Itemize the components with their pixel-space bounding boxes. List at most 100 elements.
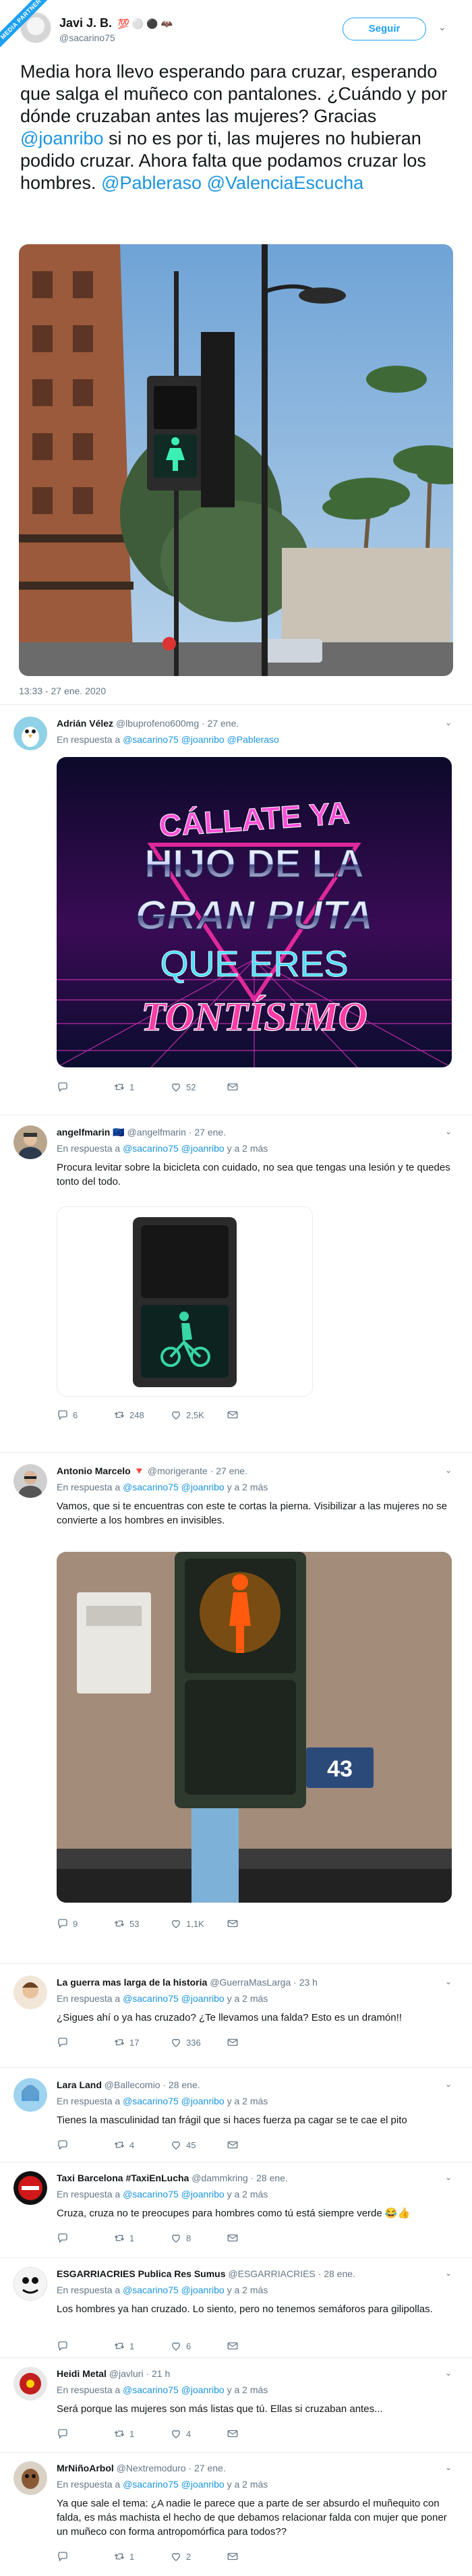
direct-message-button[interactable] [227, 2550, 239, 2563]
reply-action-button[interactable] [57, 2550, 73, 2563]
direct-message-button[interactable] [227, 1081, 239, 1093]
retweet-button[interactable]: 4 [113, 2139, 134, 2151]
reply-to-mentions[interactable]: @sacarino75 @joanribo [123, 2479, 225, 2490]
chevron-down-icon[interactable]: ⌄ [445, 2463, 452, 2472]
reply-author-handle[interactable]: @Nextremoduro [117, 2463, 186, 2473]
reply-action-button[interactable] [57, 1081, 73, 1093]
chevron-down-icon[interactable]: ⌄ [445, 1127, 452, 1136]
reply-image-red-light[interactable]: 43 [57, 1552, 452, 1903]
reply-avatar[interactable] [13, 1464, 47, 1498]
reply-author-handle[interactable]: @GuerraMasLarga [210, 1977, 291, 1988]
chevron-down-icon[interactable]: ⌄ [445, 718, 452, 727]
like-button[interactable]: 1,1K [170, 1917, 204, 1930]
reply-time[interactable]: · 27 ene. [188, 2463, 225, 2473]
direct-message-button[interactable] [227, 2232, 239, 2244]
direct-message-button[interactable] [227, 1917, 239, 1930]
reply-time[interactable]: · 28 ene. [163, 2079, 200, 2090]
chevron-down-icon[interactable]: ⌄ [445, 1465, 452, 1475]
reply-author-name[interactable]: Adrián Vélez [57, 718, 113, 729]
reply-avatar[interactable] [13, 2267, 47, 2301]
like-button[interactable]: 2 [170, 2550, 191, 2563]
retweet-button[interactable]: 17 [113, 2036, 139, 2048]
reply-to-mentions[interactable]: @sacarino75 @joanribo [123, 2189, 225, 2200]
reply-author-handle[interactable]: @morigerante [148, 1465, 208, 1476]
retweet-button[interactable]: 1 [113, 2340, 134, 2352]
reply-author-name[interactable]: Antonio Marcelo [57, 1465, 131, 1476]
reply-action-button[interactable] [57, 2428, 73, 2440]
reply-to-mentions[interactable]: @sacarino75 @joanribo [123, 2285, 225, 2295]
author-handle[interactable]: @sacarino75 [59, 32, 173, 43]
reply-author-handle[interactable]: @ESGARRIACRIES [228, 2268, 315, 2279]
reply-avatar[interactable] [13, 1125, 47, 1159]
reply-author-name[interactable]: Taxi Barcelona #TaxiEnLucha [57, 2173, 189, 2183]
like-button[interactable]: 8 [170, 2232, 191, 2244]
chevron-down-icon[interactable]: ⌄ [445, 1977, 452, 1986]
reply-to-mentions[interactable]: @sacarino75 @joanribo [123, 2384, 225, 2395]
reply-image-retro-text[interactable]: CÁLLATE YA HIJO DE LA GRAN PUTA QUE ERES… [57, 757, 452, 1067]
author-name[interactable]: Javi J. B. [59, 16, 112, 30]
reply-time[interactable]: · 27 ene. [202, 718, 239, 729]
mention-link[interactable]: @joanribo [20, 128, 103, 148]
like-button[interactable]: 45 [170, 2139, 196, 2151]
reply-author-handle[interactable]: @lbuprofeno600mg [116, 718, 199, 729]
mention-link[interactable]: @ValenciaEscucha [207, 173, 364, 193]
direct-message-button[interactable] [227, 2340, 239, 2352]
chevron-down-icon[interactable]: ⌄ [445, 2268, 452, 2278]
reply-time[interactable]: · 28 ene. [251, 2173, 288, 2183]
retweet-button[interactable]: 1 [113, 2428, 134, 2440]
direct-message-button[interactable] [227, 1409, 239, 1421]
like-button[interactable]: 336 [170, 2036, 201, 2048]
reply-to-mentions[interactable]: @sacarino75 @joanribo [123, 1482, 225, 1492]
reply-to-mentions[interactable]: @sacarino75 @joanribo [123, 1993, 225, 2004]
mention-link[interactable]: @Pableraso [101, 173, 202, 193]
reply-author-name[interactable]: ESGARRIACRIES Publica Res Sumus [57, 2268, 226, 2279]
reply-avatar[interactable] [13, 2171, 47, 2205]
reply-action-button[interactable] [57, 2232, 73, 2244]
reply-time[interactable]: · 27 ene. [189, 1127, 226, 1138]
reply-action-button[interactable] [57, 2340, 73, 2352]
reply-action-button[interactable] [57, 2139, 73, 2151]
retweet-button[interactable]: 1 [113, 2232, 134, 2244]
reply-author-handle[interactable]: @angelfmarin [127, 1127, 186, 1138]
reply-avatar[interactable] [13, 2078, 47, 2112]
reply-author-handle[interactable]: @dammkring [191, 2173, 247, 2183]
reply-time[interactable]: · 23 h [293, 1977, 318, 1988]
reply-action-button[interactable]: 6 [57, 1409, 78, 1421]
reply-action-button[interactable] [57, 2036, 73, 2048]
chevron-down-icon[interactable]: ⌄ [438, 22, 446, 33]
reply-to-mentions[interactable]: @sacarino75 @joanribo @Pableraso [123, 734, 279, 745]
retweet-button[interactable]: 1 [113, 2550, 134, 2563]
retweet-button[interactable]: 53 [113, 1917, 139, 1930]
reply-author-handle[interactable]: @javluri [109, 2368, 144, 2379]
follow-button[interactable]: Seguir [343, 18, 426, 40]
reply-avatar[interactable] [13, 717, 47, 750]
like-button[interactable]: 2,5K [170, 1409, 204, 1421]
chevron-down-icon[interactable]: ⌄ [445, 2079, 452, 2089]
reply-action-button[interactable]: 9 [57, 1917, 78, 1930]
like-button[interactable]: 4 [170, 2428, 191, 2440]
reply-avatar[interactable] [13, 2367, 47, 2401]
reply-author-name[interactable]: MrNiñoArbol [57, 2463, 114, 2473]
like-button[interactable]: 6 [170, 2340, 191, 2352]
reply-time[interactable]: · 27 ene. [210, 1465, 247, 1476]
direct-message-button[interactable] [227, 2428, 239, 2440]
reply-author-name[interactable]: angelfmarin [57, 1127, 110, 1138]
retweet-button[interactable]: 248 [113, 1409, 144, 1421]
chevron-down-icon[interactable]: ⌄ [445, 2173, 452, 2182]
tweet-photo-traffic-light[interactable] [19, 244, 453, 676]
reply-time[interactable]: · 21 h [146, 2368, 170, 2379]
reply-to-mentions[interactable]: @sacarino75 @joanribo [123, 2096, 225, 2106]
reply-image-bike-light[interactable] [57, 1206, 313, 1397]
reply-author-handle[interactable]: @Ballecomio [105, 2079, 160, 2090]
chevron-down-icon[interactable]: ⌄ [445, 2368, 452, 2378]
reply-time[interactable]: · 28 ene. [318, 2268, 355, 2279]
tweet-timestamp[interactable]: 13:33 - 27 ene. 2020 [19, 685, 106, 696]
reply-author-name[interactable]: Lara Land [57, 2079, 102, 2090]
reply-to-mentions[interactable]: @sacarino75 @joanribo [123, 1143, 225, 1154]
like-button[interactable]: 52 [170, 1081, 196, 1093]
reply-avatar[interactable] [13, 2461, 47, 2495]
direct-message-button[interactable] [227, 2139, 239, 2151]
retweet-button[interactable]: 1 [113, 1081, 134, 1093]
reply-author-name[interactable]: Heidi Metal [57, 2368, 107, 2379]
reply-author-name[interactable]: La guerra mas larga de la historia [57, 1977, 207, 1988]
